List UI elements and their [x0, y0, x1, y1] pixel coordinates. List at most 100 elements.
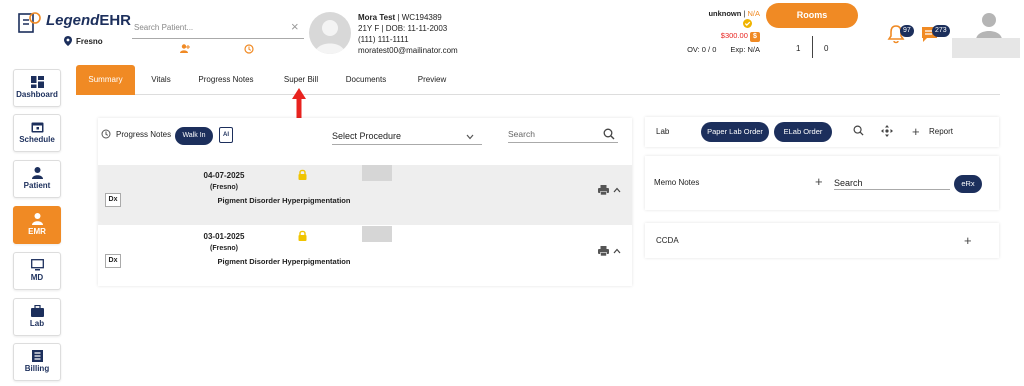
move-icon[interactable] — [881, 125, 893, 137]
tab-preview[interactable]: Preview — [414, 65, 450, 95]
chevron-up-icon[interactable] — [613, 187, 621, 193]
insurance-status: unknown — [708, 9, 742, 18]
sidebar-item-dashboard[interactable]: Dashboard — [13, 69, 61, 107]
room-count-right: 0 — [824, 44, 829, 53]
walk-in-button[interactable]: Walk In — [175, 127, 213, 145]
encounter-diagnosis: Pigment Disorder Hyperpigmentation — [217, 257, 351, 266]
person-icon — [31, 213, 43, 225]
tab-progress-notes[interactable]: Progress Notes — [194, 65, 258, 95]
room-counts: 1 0 — [766, 36, 858, 58]
paper-lab-order-button[interactable]: Paper Lab Order — [701, 122, 769, 142]
check-icon — [743, 19, 752, 28]
sidebar-item-label: Lab — [29, 319, 45, 328]
user-silhouette-icon — [315, 20, 345, 54]
patient-search-input[interactable]: Search Patient... — [132, 19, 304, 39]
calendar-icon — [31, 122, 43, 133]
elab-order-button[interactable]: ELab Order — [774, 122, 832, 142]
location-pin-icon — [64, 36, 72, 46]
user-name-placeholder[interactable] — [952, 38, 1020, 58]
user-avatar-icon[interactable] — [974, 10, 1004, 40]
room-divider — [812, 36, 813, 58]
chevron-down-icon[interactable] — [466, 134, 474, 140]
sidebar-item-patient[interactable]: Patient — [13, 160, 61, 198]
print-icon[interactable] — [598, 185, 609, 195]
sidebar-item-md[interactable]: MD — [13, 252, 61, 290]
encounter-date: 04-07-2025 — [203, 171, 245, 180]
insurance-balance-area: unknown | N/A $300.00 $ OV: 0 / 0 Exp: N/… — [687, 9, 760, 54]
tab-bar: Summary Vitals Progress Notes Super Bill… — [76, 65, 1000, 95]
patient-phone: (111) 111-1111 — [358, 35, 409, 44]
search-icon[interactable] — [603, 128, 615, 140]
ccda-label: CCDA — [656, 236, 679, 245]
placeholder-block — [362, 226, 392, 242]
notifications-badge: 97 — [900, 25, 914, 37]
sidebar-item-lab[interactable]: Lab — [13, 298, 61, 336]
ov-count: OV: 0 / 0 — [687, 45, 717, 54]
logo-icon — [18, 12, 41, 33]
billing-icon — [31, 350, 43, 362]
patient-avatar[interactable] — [309, 12, 351, 54]
sidebar-item-label: EMR — [28, 227, 46, 236]
insurance-value: N/A — [747, 9, 760, 18]
expiry: Exp: N/A — [730, 45, 760, 54]
history-icon[interactable] — [244, 44, 254, 54]
sidebar-item-schedule[interactable]: Schedule — [13, 114, 61, 152]
progress-notes-label: Progress Notes — [116, 130, 172, 139]
patient-id: WC194389 — [401, 13, 442, 22]
messages-badge: 273 — [932, 25, 950, 37]
search-icon[interactable] — [853, 125, 864, 136]
room-count-left: 1 — [796, 44, 801, 53]
encounter-diagnosis: Pigment Disorder Hyperpigmentation — [217, 196, 351, 205]
rooms-button[interactable]: Rooms — [766, 3, 858, 28]
sidebar-item-label: Schedule — [19, 135, 55, 144]
chevron-up-icon[interactable] — [613, 248, 621, 254]
sidebar-item-label: MD — [30, 273, 44, 282]
person-icon — [31, 167, 43, 179]
history-icon — [101, 129, 111, 139]
briefcase-icon — [30, 305, 44, 317]
lab-label: Lab — [656, 127, 670, 136]
patient-name[interactable]: Mora Test — [358, 13, 395, 22]
tab-vitals[interactable]: Vitals — [144, 65, 178, 95]
memo-notes-panel: Memo Notes + Search eRx — [645, 156, 999, 210]
logo-prefix: Legend — [46, 12, 100, 29]
lock-icon — [298, 230, 307, 241]
memo-search-input[interactable]: Search — [834, 178, 950, 190]
lock-icon — [298, 169, 307, 180]
dx-badge[interactable]: Dx — [105, 193, 121, 207]
dx-badge[interactable]: Dx — [105, 254, 121, 268]
dollar-icon[interactable]: $ — [750, 32, 760, 42]
balance-amount: $300.00 — [720, 31, 748, 40]
patient-info: Mora Test | WC194389 21Y F | DOB: 11-11-… — [358, 13, 458, 55]
sidebar-item-label: Patient — [23, 181, 51, 190]
ccda-panel: CCDA + — [645, 223, 999, 258]
tab-summary[interactable]: Summary — [76, 65, 135, 95]
location-label[interactable]: Fresno — [76, 37, 103, 46]
select-procedure-dropdown[interactable]: Select Procedure — [332, 128, 482, 145]
progress-search-input[interactable]: Search — [508, 127, 618, 143]
search-clear-icon[interactable]: × — [291, 19, 299, 34]
lab-panel: Lab Paper Lab Order ELab Order + Report — [645, 117, 999, 147]
encounter-date: 03-01-2025 — [203, 232, 245, 241]
add-icon[interactable]: + — [912, 125, 920, 138]
logo-suffix: EHR — [99, 12, 132, 29]
add-ccda-icon[interactable]: + — [964, 234, 972, 247]
report-link[interactable]: Report — [929, 127, 953, 136]
encounter-location: (Fresno) — [210, 184, 238, 191]
encounter-row[interactable]: 03-01-2025 (Fresno) Pigment Disorder Hyp… — [98, 226, 632, 286]
erx-button[interactable]: eRx — [954, 175, 982, 193]
dashboard-icon — [30, 76, 44, 88]
sidebar-item-emr[interactable]: EMR — [13, 206, 61, 244]
ai-icon[interactable]: AI — [219, 127, 233, 143]
tab-documents[interactable]: Documents — [344, 65, 388, 95]
sidebar-item-billing[interactable]: Billing — [13, 343, 61, 381]
patient-email: moratest00@mailinator.com — [358, 46, 458, 55]
top-bar: LegendEHR Fresno Search Patient... × Mor… — [0, 0, 1024, 62]
encounter-row[interactable]: 04-07-2025 (Fresno) Pigment Disorder Hyp… — [98, 165, 632, 225]
monitor-icon — [30, 259, 44, 271]
print-icon[interactable] — [598, 246, 609, 256]
memo-notes-label: Memo Notes — [654, 178, 700, 187]
add-memo-icon[interactable]: + — [815, 175, 823, 188]
add-patient-icon[interactable] — [180, 44, 190, 53]
sidebar-item-label: Billing — [24, 364, 50, 373]
